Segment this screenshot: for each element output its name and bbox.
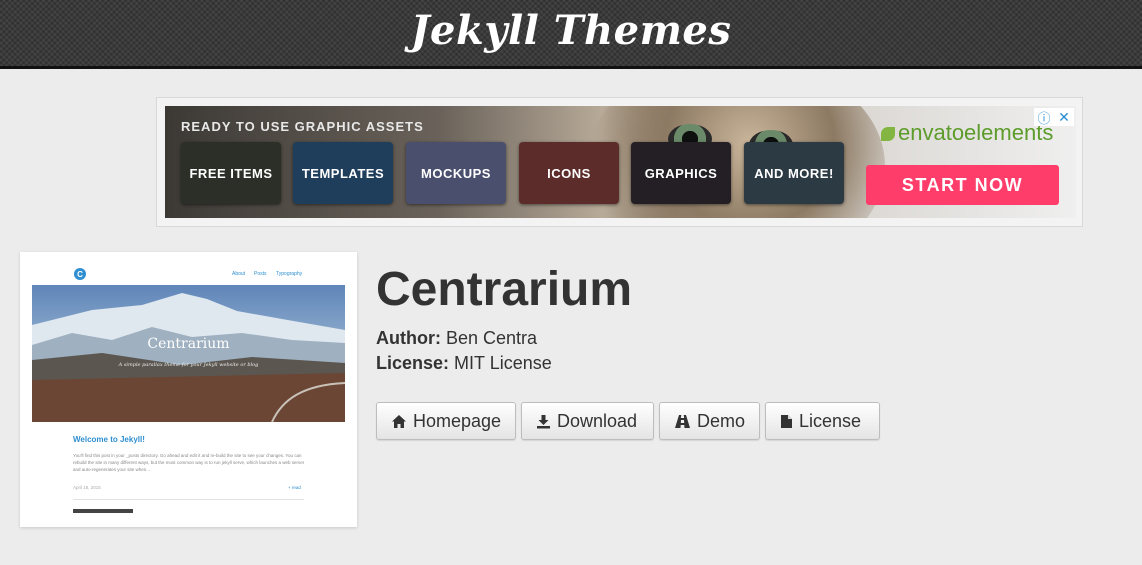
ad-tile-templates[interactable]: TEMPLATES (293, 142, 393, 204)
license-label: License: (376, 353, 450, 373)
homepage-label: Homepage (413, 410, 502, 431)
ad-tile-mockups[interactable]: MOCKUPS (406, 142, 506, 204)
centrarium-logo-icon: C (74, 268, 86, 280)
thumb-post-date: April 18, 2015 (73, 485, 101, 490)
thumb-next-post (73, 509, 133, 513)
homepage-button[interactable]: Homepage (376, 402, 516, 440)
thumb-read-more: + read (288, 485, 301, 490)
demo-button[interactable]: Demo (659, 402, 760, 440)
ad-heading: READY TO USE GRAPHIC ASSETS (181, 119, 424, 134)
road-icon (674, 414, 691, 429)
ad-tile-icons[interactable]: ICONS (519, 142, 619, 204)
thumb-nav-about: About (232, 271, 246, 277)
ad-tile-and-more[interactable]: AND MORE! (744, 142, 844, 204)
thumb-post-excerpt: You'll find this post in your _posts dir… (73, 453, 305, 472)
file-icon (780, 414, 793, 429)
envato-elements-logo: envatoelements (881, 120, 1053, 146)
author-value: Ben Centra (446, 328, 538, 348)
theme-title: Centrarium (376, 263, 633, 316)
home-icon (391, 414, 407, 429)
license-button[interactable]: License (765, 402, 880, 440)
demo-label: Demo (697, 410, 746, 431)
download-label: Download (557, 410, 638, 431)
theme-thumbnail[interactable]: C About Posts Typography Centrarium A si… (20, 252, 357, 527)
start-now-button[interactable]: START NOW (866, 165, 1059, 205)
thumb-hero-image: Centrarium A simple parallax theme for y… (32, 285, 345, 422)
download-icon (536, 414, 551, 429)
ad-banner[interactable]: READY TO USE GRAPHIC ASSETS FREE ITEMS T… (165, 106, 1076, 218)
close-icon[interactable]: ✕ (1054, 108, 1074, 126)
envato-leaf-icon (881, 127, 895, 142)
action-buttons: Homepage Download Demo License (376, 402, 880, 440)
thumb-hero-subtitle: A simple parallax theme for your Jekyll … (118, 362, 259, 368)
envato-brand-text: envatoelements (898, 120, 1054, 145)
site-title-link[interactable]: Jekyll Themes (411, 7, 732, 54)
info-icon[interactable]: ⓘ (1034, 108, 1054, 126)
author-line: Author: Ben Centra (376, 328, 537, 349)
thumb-post-title: Welcome to Jekyll! (73, 435, 145, 444)
license-value: MIT License (454, 353, 552, 373)
ad-tile-graphics[interactable]: GRAPHICS (631, 142, 731, 204)
thumb-divider (73, 499, 304, 500)
license-button-label: License (799, 410, 862, 431)
site-header: Jekyll Themes (0, 0, 1142, 69)
download-button[interactable]: Download (521, 402, 654, 440)
thumb-nav-typography: Typography (276, 271, 303, 277)
ad-tile-free-items[interactable]: FREE ITEMS (181, 142, 281, 204)
author-label: Author: (376, 328, 441, 348)
ad-banner-frame: READY TO USE GRAPHIC ASSETS FREE ITEMS T… (156, 97, 1083, 227)
thumb-hero-title: Centrarium (147, 336, 230, 352)
thumb-nav-posts: Posts (254, 271, 267, 277)
license-line: License: MIT License (376, 353, 552, 374)
mountain-landscape (32, 293, 345, 422)
